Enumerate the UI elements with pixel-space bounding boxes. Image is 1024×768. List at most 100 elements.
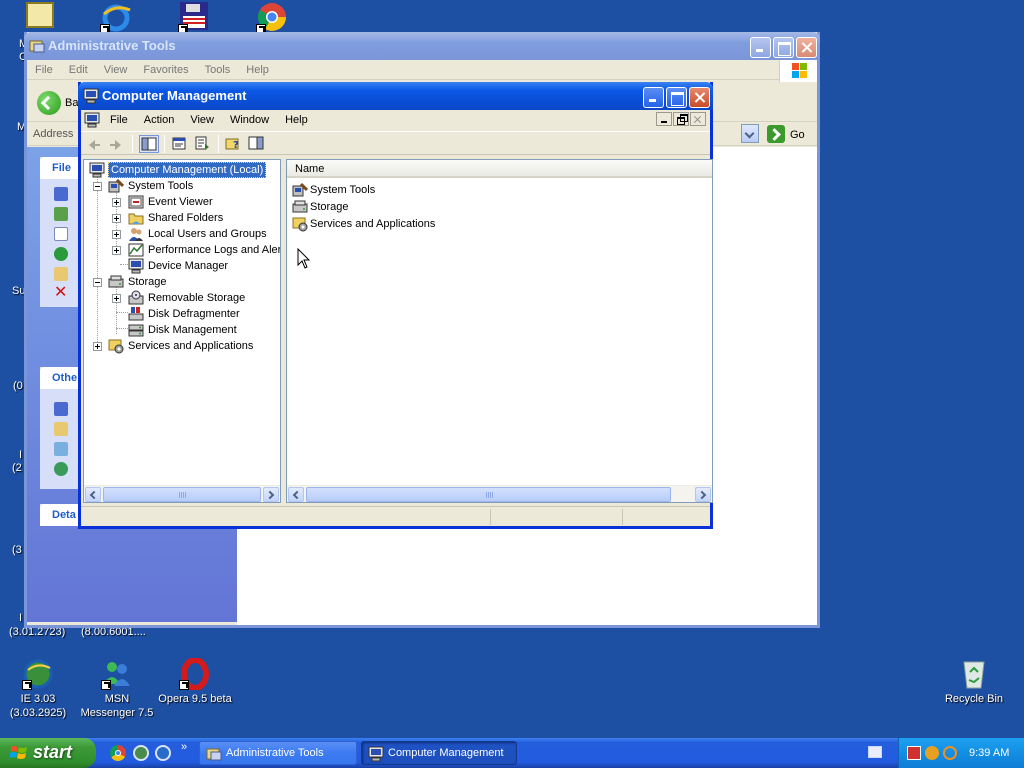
rename-icon[interactable] [54, 187, 68, 201]
tree-item-device-manager[interactable]: Device Manager [84, 258, 280, 274]
list-horizontal-scrollbar[interactable] [287, 485, 712, 502]
menu-help[interactable]: Help [277, 114, 316, 126]
computer-management-window[interactable]: Computer Management File Action View Win… [78, 82, 713, 529]
quick-launch-more-button[interactable]: » [181, 741, 187, 753]
show-hide-action-pane-button[interactable] [247, 135, 267, 153]
expand-toggle-icon[interactable] [112, 197, 121, 207]
desktop-icon-ie303[interactable]: IE 3.03 (3.03.2925) [6, 658, 70, 720]
ie-quicklaunch-icon[interactable] [155, 745, 171, 761]
language-bar-icon[interactable] [868, 746, 882, 758]
mdi-close-button[interactable] [690, 112, 706, 126]
desktop-icon-floppy[interactable] [178, 2, 210, 36]
tree-item-shared-folders[interactable]: Shared Folders [84, 210, 280, 226]
tree-item-local-users-groups[interactable]: Local Users and Groups [84, 226, 280, 242]
desktop-icon-chrome[interactable] [256, 2, 288, 36]
properties-button[interactable] [170, 135, 190, 153]
back-arrow-icon[interactable] [37, 91, 61, 115]
minimize-button[interactable] [643, 87, 664, 108]
forward-button[interactable] [107, 135, 127, 153]
printers-icon[interactable] [54, 442, 68, 456]
details-list-pane[interactable]: Name System Tools Storage Services and A… [286, 159, 713, 503]
scroll-right-button[interactable] [263, 487, 279, 502]
maximize-button[interactable] [666, 87, 687, 108]
taskbar-button-computer-management[interactable]: Computer Management [361, 741, 517, 765]
menu-help[interactable]: Help [238, 64, 277, 76]
my-documents-icon[interactable] [54, 422, 68, 436]
close-button[interactable] [689, 87, 710, 108]
expand-toggle-icon[interactable] [93, 341, 102, 351]
search-tray-icon[interactable] [943, 746, 957, 760]
menu-edit[interactable]: Edit [61, 64, 96, 76]
mdi-restore-button[interactable] [673, 112, 689, 126]
tree-item-system-tools[interactable]: System Tools [84, 178, 280, 194]
list-item-system-tools[interactable]: System Tools [292, 182, 375, 198]
chrome-quicklaunch-icon[interactable] [110, 745, 126, 761]
tree-item-disk-defragmenter[interactable]: Disk Defragmenter [84, 306, 280, 322]
network-icon[interactable] [54, 462, 68, 476]
go-arrow-icon[interactable] [767, 125, 785, 143]
menu-window[interactable]: Window [222, 114, 277, 126]
scroll-left-button[interactable] [288, 487, 304, 502]
expand-toggle-icon[interactable] [112, 229, 121, 239]
list-item-storage[interactable]: Storage [292, 199, 349, 215]
tree-item-performance-logs[interactable]: Performance Logs and Alerts [84, 242, 280, 258]
menu-file[interactable]: File [102, 114, 136, 126]
file-tasks-heading[interactable]: File [40, 157, 80, 179]
menu-view[interactable]: View [96, 64, 136, 76]
tree-item-event-viewer[interactable]: Event Viewer [84, 194, 280, 210]
scroll-left-button[interactable] [85, 487, 101, 502]
back-button-label[interactable]: Ba [65, 97, 78, 109]
taskbar-button-administrative-tools[interactable]: Administrative Tools [199, 741, 357, 765]
console-tree-pane[interactable]: Computer Management (Local) System Tools… [83, 159, 281, 503]
publish-web-icon[interactable] [54, 247, 68, 261]
tree-horizontal-scrollbar[interactable] [84, 485, 280, 502]
show-hide-tree-button[interactable] [139, 135, 159, 153]
menu-file[interactable]: File [27, 64, 61, 76]
expand-toggle-icon[interactable] [112, 293, 121, 303]
window-titlebar[interactable]: Computer Management [78, 82, 713, 110]
expand-toggle-icon[interactable] [112, 245, 121, 255]
control-panel-icon[interactable] [54, 402, 68, 416]
scroll-thumb[interactable] [103, 487, 261, 502]
start-button[interactable]: start [0, 738, 96, 768]
other-places-heading[interactable]: Othe [40, 367, 80, 389]
export-list-button[interactable] [193, 135, 213, 153]
details-heading[interactable]: Deta [40, 504, 80, 526]
maximize-button[interactable] [773, 37, 794, 58]
expand-toggle-icon[interactable] [112, 213, 121, 223]
delete-icon[interactable]: ✕ [54, 285, 68, 301]
column-header-name[interactable]: Name [287, 160, 707, 178]
console-icon[interactable] [84, 112, 100, 128]
menu-favorites[interactable]: Favorites [135, 64, 196, 76]
clock[interactable]: 9:39 AM [969, 747, 1009, 759]
mdi-minimize-button[interactable] [656, 112, 672, 126]
email-icon[interactable] [54, 267, 68, 281]
desktop-icon-internet-explorer[interactable] [100, 2, 132, 36]
tree-item-removable-storage[interactable]: Removable Storage [84, 290, 280, 306]
tree-item-disk-management[interactable]: Disk Management [84, 322, 280, 338]
menu-tools[interactable]: Tools [197, 64, 239, 76]
desktop-icon-msn[interactable]: MSN Messenger 7.5 [80, 658, 154, 720]
go-button-label[interactable]: Go [790, 129, 805, 141]
tree-item-storage[interactable]: Storage [84, 274, 280, 290]
window-titlebar[interactable]: Administrative Tools [24, 32, 820, 60]
collapse-toggle-icon[interactable] [93, 181, 102, 191]
security-tray-icon[interactable] [925, 746, 939, 760]
scroll-right-button[interactable] [695, 487, 711, 502]
menu-view[interactable]: View [182, 114, 222, 126]
move-icon[interactable] [54, 207, 68, 221]
close-button[interactable] [796, 37, 817, 58]
network-tray-icon[interactable] [907, 746, 921, 760]
desktop-icon-network[interactable] [24, 2, 56, 30]
search-quicklaunch-icon[interactable] [133, 745, 149, 761]
tree-item-services-applications[interactable]: Services and Applications [84, 338, 280, 354]
desktop-icon-recycle-bin[interactable]: Recycle Bin [942, 658, 1006, 706]
help-button[interactable]: ? [224, 135, 244, 153]
copy-icon[interactable] [54, 227, 68, 241]
minimize-button[interactable] [750, 37, 771, 58]
scroll-thumb[interactable] [306, 487, 671, 502]
address-dropdown-button[interactable] [741, 124, 759, 143]
back-button[interactable] [85, 135, 105, 153]
tree-item-computer-management[interactable]: Computer Management (Local) [84, 162, 280, 178]
desktop-icon-opera[interactable]: Opera 9.5 beta [154, 657, 236, 706]
